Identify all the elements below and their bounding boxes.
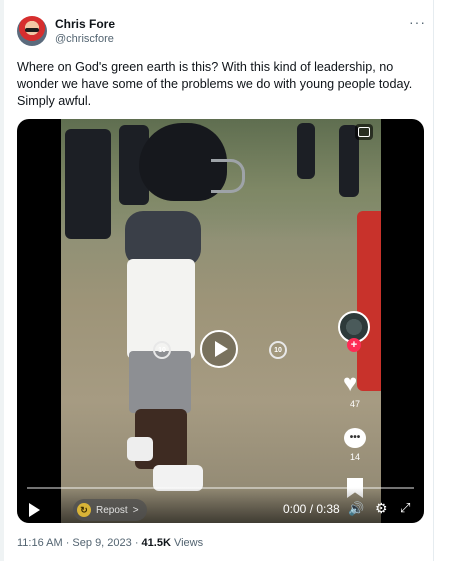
right-border: [433, 0, 434, 561]
views-count: 41.5K: [141, 537, 171, 549]
progress-bar[interactable]: [27, 487, 414, 489]
repost-label: Repost: [96, 504, 128, 516]
expand-icon[interactable]: ⤢: [400, 500, 410, 516]
background-player: [65, 129, 111, 239]
video-player[interactable]: 10 10 + ♥ 47 ••• 14 ↻ Repost > 0:00 / 0:…: [17, 119, 424, 523]
video-controls-bar: ↻ Repost > 0:00 / 0:38 🔊 ⚙ ⤢: [17, 487, 424, 523]
skip-forward-icon[interactable]: 10: [269, 341, 287, 359]
repost-icon: ↻: [77, 503, 91, 517]
author-name[interactable]: Chris Fore: [55, 17, 115, 31]
play-triangle: [214, 341, 228, 357]
skip-back-icon[interactable]: 10: [153, 341, 171, 359]
gear-icon[interactable]: ⚙: [375, 500, 388, 517]
left-border: [0, 0, 4, 561]
volume-icon[interactable]: 🔊: [348, 501, 364, 517]
tweet-timestamp[interactable]: 11:16 AM · Sep 9, 2023 ·: [17, 537, 138, 549]
face-mask: [211, 159, 245, 193]
play-icon[interactable]: [200, 330, 238, 368]
picture-in-picture-icon[interactable]: [355, 124, 373, 140]
author-avatar[interactable]: [17, 16, 47, 46]
red-jersey-player: [357, 211, 381, 391]
more-options-icon[interactable]: ···: [409, 14, 426, 30]
comment-count: 14: [349, 452, 360, 462]
follow-plus-icon[interactable]: +: [347, 338, 361, 352]
play-icon[interactable]: [29, 503, 40, 517]
like-count: 47: [349, 399, 360, 409]
player-shoe: [127, 437, 153, 461]
tweet-meta: 11:16 AM · Sep 9, 2023 · 41.5K Views: [17, 537, 203, 549]
player-shorts: [129, 351, 191, 413]
heart-icon[interactable]: ♥: [343, 372, 357, 396]
comment-icon[interactable]: •••: [344, 428, 366, 448]
views-label: Views: [173, 537, 204, 549]
chevron-right-icon: >: [132, 504, 139, 516]
time-display: 0:00 / 0:38: [283, 502, 340, 516]
author-handle[interactable]: @chriscfore: [55, 33, 114, 45]
video-frame: [61, 119, 381, 523]
background-person: [297, 123, 315, 179]
repost-button[interactable]: ↻ Repost >: [73, 499, 147, 521]
tweet-text: Where on God's green earth is this? With…: [17, 60, 413, 108]
